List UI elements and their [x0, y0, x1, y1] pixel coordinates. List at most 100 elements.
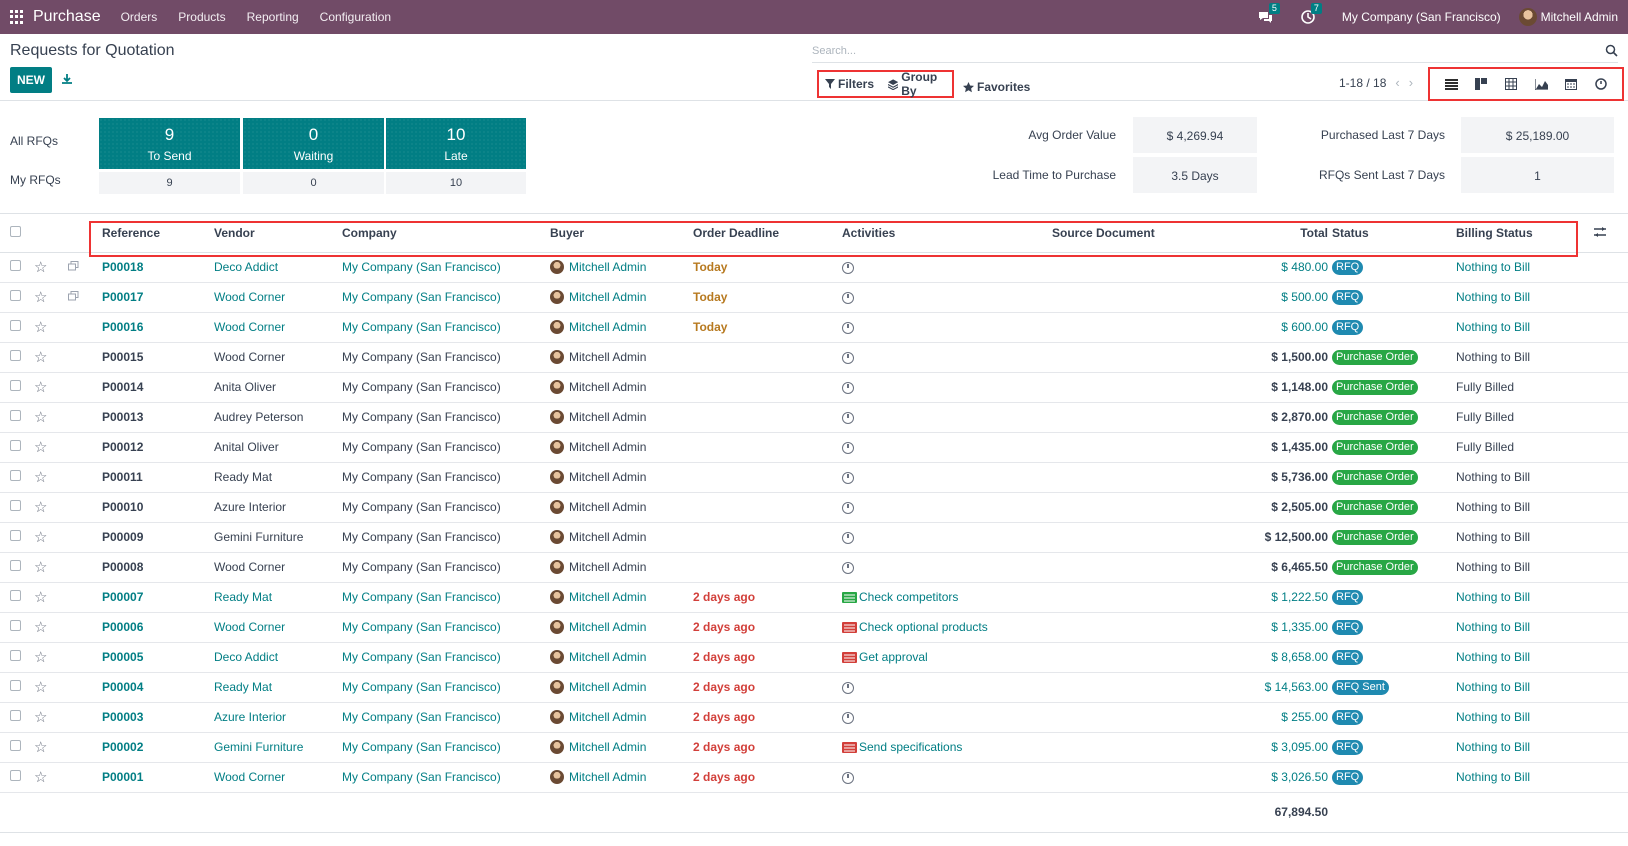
reference-cell[interactable]: P00005 — [102, 642, 214, 673]
header-status[interactable]: Status — [1332, 214, 1456, 253]
reference-cell[interactable]: P00010 — [102, 492, 214, 523]
vendor-cell[interactable]: Deco Addict — [214, 642, 342, 673]
copy-icon[interactable] — [68, 291, 79, 301]
waiting-tile[interactable]: 0 Waiting — [243, 118, 384, 169]
buyer-cell[interactable]: Mitchell Admin — [550, 522, 693, 553]
buyer-cell[interactable]: Mitchell Admin — [550, 432, 693, 463]
clock-icon[interactable] — [842, 411, 854, 424]
company-cell[interactable]: My Company (San Francisco) — [342, 582, 550, 613]
table-row[interactable]: ☆ P00006 Wood Corner My Company (San Franci… — [0, 612, 1628, 643]
vendor-cell[interactable]: Audrey Peterson — [214, 402, 342, 433]
table-row[interactable]: ☆ P00016 Wood Corner My Company (San Franci… — [0, 312, 1628, 343]
row-checkbox[interactable] — [10, 470, 21, 481]
buyer-cell[interactable]: Mitchell Admin — [550, 252, 693, 283]
menu-orders[interactable]: Orders — [121, 10, 158, 24]
table-row[interactable]: ☆ P00011 Ready Mat My Company (San Francisc… — [0, 462, 1628, 493]
activities-cell[interactable] — [842, 312, 1052, 343]
clock-icon[interactable] — [842, 771, 854, 784]
activities-button[interactable]: 7 — [1300, 3, 1322, 25]
company-cell[interactable]: My Company (San Francisco) — [342, 462, 550, 493]
reference-cell[interactable]: P00018 — [102, 252, 214, 283]
vendor-cell[interactable]: Gemini Furniture — [214, 522, 342, 553]
company-cell[interactable]: My Company (San Francisco) — [342, 522, 550, 553]
my-late-cell[interactable]: 10 — [386, 172, 526, 194]
header-activities[interactable]: Activities — [842, 214, 1052, 253]
company-cell[interactable]: My Company (San Francisco) — [342, 672, 550, 703]
pager-next-icon[interactable]: › — [1409, 75, 1413, 90]
my-waiting-cell[interactable]: 0 — [243, 172, 384, 194]
company-cell[interactable]: My Company (San Francisco) — [342, 402, 550, 433]
star-icon[interactable]: ☆ — [34, 409, 47, 426]
reference-cell[interactable]: P00009 — [102, 522, 214, 553]
row-checkbox[interactable] — [10, 440, 21, 451]
company-cell[interactable]: My Company (San Francisco) — [342, 612, 550, 643]
row-checkbox[interactable] — [10, 350, 21, 361]
row-checkbox[interactable] — [10, 380, 21, 391]
star-icon[interactable]: ☆ — [34, 589, 47, 606]
activity-summary[interactable]: Get approval — [859, 650, 928, 664]
user-menu[interactable]: Mitchell Admin — [1518, 8, 1618, 26]
header-vendor[interactable]: Vendor — [214, 214, 342, 253]
copy-icon[interactable] — [68, 261, 79, 271]
pager-prev-icon[interactable]: ‹ — [1395, 75, 1399, 90]
activities-cell[interactable]: Check competitors — [842, 582, 1052, 613]
star-icon[interactable]: ☆ — [34, 709, 47, 726]
star-icon[interactable]: ☆ — [34, 259, 47, 276]
vendor-cell[interactable]: Anita Oliver — [214, 372, 342, 403]
company-cell[interactable]: My Company (San Francisco) — [342, 732, 550, 763]
star-icon[interactable]: ☆ — [34, 529, 47, 546]
buyer-cell[interactable]: Mitchell Admin — [550, 372, 693, 403]
reference-cell[interactable]: P00008 — [102, 552, 214, 583]
activity-summary[interactable]: Check optional products — [859, 620, 988, 634]
activities-cell[interactable] — [842, 462, 1052, 493]
company-cell[interactable]: My Company (San Francisco) — [342, 282, 550, 313]
row-checkbox[interactable] — [10, 770, 21, 781]
activities-cell[interactable] — [842, 282, 1052, 313]
reference-cell[interactable]: P00006 — [102, 612, 214, 643]
row-checkbox[interactable] — [10, 650, 21, 661]
clock-icon[interactable] — [842, 291, 854, 304]
row-checkbox[interactable] — [10, 500, 21, 511]
favorites-button[interactable]: Favorites — [963, 80, 1030, 94]
vendor-cell[interactable]: Anital Oliver — [214, 432, 342, 463]
search-input[interactable]: Search... — [812, 39, 1618, 63]
activities-cell[interactable] — [842, 342, 1052, 373]
table-row[interactable]: ☆ P00014 Anita Oliver My Company (San Franc… — [0, 372, 1628, 403]
buyer-cell[interactable]: Mitchell Admin — [550, 552, 693, 583]
table-row[interactable]: ☆ P00002 Gemini Furniture My Company (San F… — [0, 732, 1628, 763]
download-icon[interactable] — [61, 73, 73, 85]
table-row[interactable]: ☆ P00013 Audrey Peterson My Company (San Fr… — [0, 402, 1628, 433]
activities-cell[interactable]: Get approval — [842, 642, 1052, 673]
activities-cell[interactable] — [842, 522, 1052, 553]
reference-cell[interactable]: P00016 — [102, 312, 214, 343]
activity-summary[interactable]: Send specifications — [859, 740, 962, 754]
row-checkbox[interactable] — [10, 620, 21, 631]
table-row[interactable]: ☆ P00003 Azure Interior My Company (San Fra… — [0, 702, 1628, 733]
company-cell[interactable]: My Company (San Francisco) — [342, 642, 550, 673]
company-cell[interactable]: My Company (San Francisco) — [342, 492, 550, 523]
company-cell[interactable]: My Company (San Francisco) — [342, 702, 550, 733]
buyer-cell[interactable]: Mitchell Admin — [550, 642, 693, 673]
pager-value[interactable]: 1-18 / 18 — [1339, 76, 1386, 90]
reference-cell[interactable]: P00001 — [102, 762, 214, 793]
activity-view-button[interactable] — [1589, 73, 1613, 95]
clock-icon[interactable] — [842, 531, 854, 544]
reference-cell[interactable]: P00007 — [102, 582, 214, 613]
buyer-cell[interactable]: Mitchell Admin — [550, 282, 693, 313]
menu-reporting[interactable]: Reporting — [247, 10, 299, 24]
table-row[interactable]: ☆ P00001 Wood Corner My Company (San Franci… — [0, 762, 1628, 793]
row-checkbox[interactable] — [10, 590, 21, 601]
filters-button[interactable]: Filters — [825, 77, 874, 91]
menu-products[interactable]: Products — [178, 10, 225, 24]
star-icon[interactable]: ☆ — [34, 649, 47, 666]
clock-icon[interactable] — [842, 351, 854, 364]
pivot-view-button[interactable] — [1499, 73, 1523, 95]
row-checkbox[interactable] — [10, 410, 21, 421]
table-row[interactable]: ☆ P00015 Wood Corner My Company (San Franci… — [0, 342, 1628, 373]
row-checkbox[interactable] — [10, 740, 21, 751]
reference-cell[interactable]: P00003 — [102, 702, 214, 733]
reference-cell[interactable]: P00011 — [102, 462, 214, 493]
buyer-cell[interactable]: Mitchell Admin — [550, 402, 693, 433]
buyer-cell[interactable]: Mitchell Admin — [550, 762, 693, 793]
my-to-send-cell[interactable]: 9 — [99, 172, 240, 194]
